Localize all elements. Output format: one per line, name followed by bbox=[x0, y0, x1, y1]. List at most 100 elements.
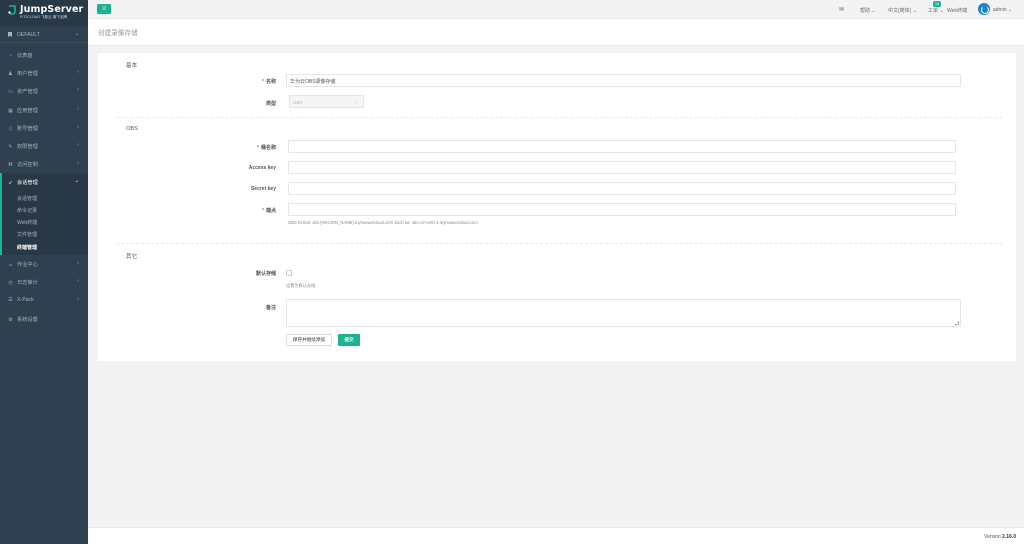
language-menu[interactable]: 中文(简体) ⌄ bbox=[888, 7, 917, 14]
gears-icon: ⚙ bbox=[8, 316, 13, 323]
user-name: admin bbox=[993, 7, 1007, 13]
language-label: 中文(简体) bbox=[888, 8, 912, 14]
user-menu[interactable]: admin ⌄ bbox=[993, 7, 1012, 13]
logo[interactable]: JumpServer FIT2CLOUD 飞致云 旗下品牌 bbox=[0, 0, 88, 27]
section-obs-title: OBS bbox=[126, 126, 138, 132]
type-select-value: OBS bbox=[293, 99, 303, 105]
sidebar-item-permissions[interactable]: ✎ 权限管理 ‹ bbox=[0, 137, 88, 155]
sessions-submenu: 会话管理 命令记录 Web终端 文件管理 终端管理 bbox=[0, 191, 88, 255]
version-number: 2.16.0 bbox=[1002, 534, 1016, 540]
submenu-item-terminals[interactable]: 终端管理 bbox=[2, 241, 88, 253]
endpoint-help-text: OBS format: obs.{REGION_NAME}.myhuaweicl… bbox=[288, 220, 478, 225]
sidebar-item-audits[interactable]: ◷ 日志审计 ‹ bbox=[0, 273, 88, 291]
access-key-label: Access key bbox=[248, 165, 276, 171]
rocket-icon: ➶ bbox=[8, 180, 13, 187]
hamburger-icon[interactable]: ≡ bbox=[97, 4, 111, 14]
sidebar-item-label: 权限管理 bbox=[17, 143, 38, 150]
default-storage-help: 设置为默认存储 bbox=[286, 283, 316, 288]
sidebar-nav: ◔ 仪表盘 ♟ 用户管理 ‹ ▭ 资产管理 ‹ ▦ 应用管理 ‹ ▯ 账号管理 ‹ ✎ 权限… bbox=[0, 46, 88, 328]
replay-storage-form: 基本 * 名称 华为云OBS录像存储 类型 OBS ⌄ OBS * 桶名称 Acce… bbox=[98, 53, 1016, 361]
dashboard-icon: ◔ bbox=[8, 53, 13, 59]
submit-button[interactable]: 提交 bbox=[338, 334, 360, 346]
required-mark: * bbox=[257, 145, 259, 151]
comment-label: 备注 bbox=[265, 305, 276, 311]
chevron-left-icon: ‹ bbox=[77, 141, 79, 148]
section-basic-title: 基本 bbox=[126, 63, 138, 69]
chevron-left-icon: ‹ bbox=[77, 278, 79, 285]
chevron-down-icon: ⌄ bbox=[74, 178, 79, 185]
access-key-input[interactable] bbox=[288, 161, 956, 174]
required-mark: * bbox=[262, 208, 264, 214]
chevron-left-icon: ‹ bbox=[77, 105, 79, 112]
bucket-label-text: 桶名称 bbox=[260, 145, 276, 151]
coffee-icon: ☕ bbox=[8, 261, 13, 268]
footer: Version 2.16.0 bbox=[88, 527, 1024, 544]
org-label: DEFAULT bbox=[17, 32, 40, 38]
chevron-down-icon: ⌄ bbox=[354, 99, 358, 104]
sidebar-item-ops[interactable]: ☕ 作业中心 ‹ bbox=[0, 255, 88, 273]
name-input[interactable]: 华为云OBS录像存储 bbox=[286, 74, 961, 87]
sidebar-item-label: 用户管理 bbox=[17, 71, 38, 78]
sidebar-item-assets[interactable]: ▭ 资产管理 ‹ bbox=[0, 82, 88, 100]
submenu-item-sessions[interactable]: 会话管理 bbox=[2, 192, 88, 204]
edit-icon: ✎ bbox=[8, 143, 13, 150]
inbox-icon: ▭ bbox=[8, 89, 13, 96]
secret-key-input[interactable] bbox=[288, 182, 956, 195]
sidebar-item-dashboard[interactable]: ◔ 仪表盘 bbox=[0, 46, 88, 64]
sidebar-item-label: 资产管理 bbox=[17, 89, 38, 96]
sidebar-item-label: 系统设置 bbox=[17, 316, 38, 323]
page-title: 创建录像存储 bbox=[98, 30, 138, 37]
history-icon: ◷ bbox=[8, 280, 13, 287]
sidebar-item-label: 访问控制 bbox=[17, 162, 38, 169]
sidebar-item-xpack[interactable]: ☰ X-Pack ‹ bbox=[0, 291, 88, 309]
submenu-item-web-terminal[interactable]: Web终端 bbox=[2, 216, 88, 228]
org-switcher[interactable]: DEFAULT ⌄ bbox=[0, 27, 88, 43]
secret-key-label: Secret key bbox=[250, 186, 276, 192]
envelope-icon[interactable]: ✉ bbox=[839, 6, 844, 13]
name-label-text: 名称 bbox=[265, 79, 276, 85]
sidebar-item-users[interactable]: ♟ 用户管理 ‹ bbox=[0, 64, 88, 82]
help-label: 帮助 bbox=[860, 8, 871, 14]
sidebar-item-label: X-Pack bbox=[17, 297, 34, 304]
page-heading: 创建录像存储 bbox=[88, 19, 1024, 46]
sidebar-item-sessions[interactable]: ➶ 会话管理 ⌄ bbox=[0, 173, 88, 192]
default-storage-label: 默认存储 bbox=[255, 271, 276, 277]
submenu-item-commands[interactable]: 命令记录 bbox=[2, 204, 88, 216]
endpoint-input[interactable] bbox=[288, 203, 956, 216]
sidebar: JumpServer FIT2CLOUD 飞致云 旗下品牌 DEFAULT ⌄ … bbox=[0, 0, 88, 544]
chevron-left-icon: ‹ bbox=[77, 296, 79, 303]
sidebar-item-settings[interactable]: ⚙ 系统设置 bbox=[0, 310, 88, 328]
save-and-continue-button[interactable]: 保存并继续添加 bbox=[286, 334, 332, 346]
avatar[interactable] bbox=[978, 3, 990, 15]
chevron-down-icon: ⌄ bbox=[74, 31, 79, 37]
section-other-title: 其它 bbox=[126, 254, 138, 260]
chevron-left-icon: ‹ bbox=[77, 160, 79, 167]
brand-subtitle: FIT2CLOUD 飞致云 旗下品牌 bbox=[20, 15, 68, 19]
tickets-link[interactable]: 工单 ⌄ bbox=[928, 7, 944, 14]
sidebar-item-applications[interactable]: ▦ 应用管理 ‹ bbox=[0, 101, 88, 119]
sidebar-item-label: 会话管理 bbox=[17, 180, 38, 187]
bookmark-icon bbox=[8, 32, 12, 37]
type-select[interactable]: OBS ⌄ bbox=[289, 95, 364, 108]
version-info: Version 2.16.0 bbox=[984, 534, 1016, 540]
endpoint-label: * 端点 bbox=[98, 207, 276, 214]
submenu-item-file-manager[interactable]: 文件管理 bbox=[2, 228, 88, 240]
web-terminal-link[interactable]: Web终端 bbox=[947, 7, 967, 14]
default-storage-checkbox[interactable] bbox=[286, 270, 292, 276]
comment-textarea[interactable] bbox=[286, 299, 961, 327]
chevron-left-icon: ‹ bbox=[77, 87, 79, 94]
name-label: * 名称 bbox=[98, 78, 276, 85]
bucket-input[interactable] bbox=[288, 140, 956, 153]
chevron-left-icon: ‹ bbox=[77, 69, 79, 76]
help-menu[interactable]: 帮助 ⌄ bbox=[860, 7, 876, 14]
tickets-label: 工单 bbox=[928, 8, 939, 14]
required-mark: * bbox=[262, 79, 264, 85]
users-icon: ♟ bbox=[8, 71, 13, 78]
sidebar-item-label: 日志审计 bbox=[17, 280, 38, 287]
top-navbar: ≡ bbox=[88, 0, 1024, 19]
sidebar-item-label: 应用管理 bbox=[17, 107, 38, 114]
sidebar-item-access-control[interactable]: ⌘ 访问控制 ‹ bbox=[0, 155, 88, 173]
sidebar-item-accounts[interactable]: ▯ 账号管理 ‹ bbox=[0, 119, 88, 137]
account-icon: ▯ bbox=[9, 125, 12, 132]
brand-name: JumpServer bbox=[20, 4, 84, 15]
